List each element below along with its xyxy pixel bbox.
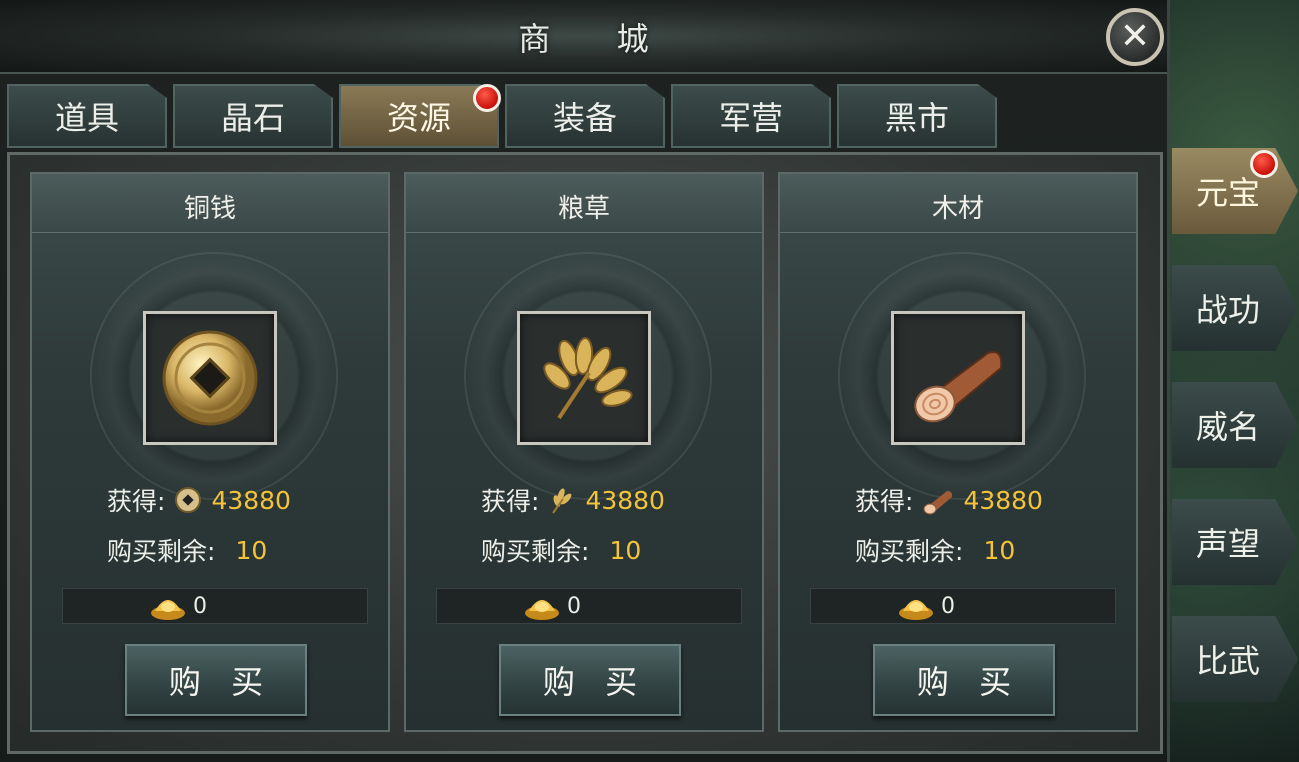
tab-label: 军营 xyxy=(718,99,783,137)
gain-value: 43880 xyxy=(211,485,291,515)
price-bar: 0 xyxy=(436,588,742,624)
remaining-label: 购买剩余: xyxy=(107,537,216,566)
price-bar: 0 xyxy=(62,588,368,624)
gain-line: 获得: 43880 xyxy=(107,482,291,518)
shop-card-wood: 木材 获得: 43880 购买剩余: 10 0 购 买 xyxy=(778,172,1138,732)
item-slot[interactable] xyxy=(143,311,277,445)
copper-coin-icon xyxy=(175,487,202,513)
gain-label: 获得: xyxy=(107,487,166,516)
price-value: 0 xyxy=(193,593,207,619)
gain-label: 获得: xyxy=(481,487,540,516)
tab-label: 晶石 xyxy=(220,99,285,137)
tab-label: 道具 xyxy=(54,99,119,137)
item-slot[interactable] xyxy=(891,311,1025,445)
item-name: 粮草 xyxy=(557,194,610,224)
side-tab-yuanbao[interactable]: 元宝 xyxy=(1172,148,1298,234)
side-tab-merit[interactable]: 战功 xyxy=(1172,265,1298,351)
gain-line: 获得: 43880 xyxy=(481,482,665,518)
gain-label: 获得: xyxy=(855,487,914,516)
remaining-label: 购买剩余: xyxy=(855,537,964,566)
remaining-line: 购买剩余: 10 xyxy=(107,532,267,568)
card-header: 铜钱 xyxy=(32,174,388,233)
remaining-line: 购买剩余: 10 xyxy=(855,532,1015,568)
gain-line: 获得: 43880 xyxy=(855,482,1043,518)
shop-card-copper: 铜钱 获得: 43880 购买剩余: 10 0 购 买 xyxy=(30,172,390,732)
side-tab-label: 声望 xyxy=(1196,525,1261,563)
item-name: 木材 xyxy=(931,194,984,224)
grain-icon xyxy=(552,488,572,514)
notification-badge xyxy=(1250,150,1278,178)
tab-label: 黑市 xyxy=(884,99,949,137)
remaining-line: 购买剩余: 10 xyxy=(481,532,641,568)
buy-button[interactable]: 购 买 xyxy=(499,644,681,716)
side-tab-arena[interactable]: 比武 xyxy=(1172,616,1298,702)
remaining-value: 10 xyxy=(983,535,1016,565)
shop-window: 商 城 ✕ 道具 晶石 资源 装备 军营 黑市 铜钱 获得: 43880 购买剩… xyxy=(0,0,1170,762)
tab-barracks[interactable]: 军营 xyxy=(671,84,831,148)
grain-icon xyxy=(543,337,633,420)
card-header: 粮草 xyxy=(406,174,762,233)
remaining-value: 10 xyxy=(609,535,642,565)
tab-label: 装备 xyxy=(552,99,617,137)
gold-ingot-icon xyxy=(899,600,933,620)
side-tab-renown[interactable]: 威名 xyxy=(1172,382,1298,468)
wood-log-icon xyxy=(923,491,953,515)
side-tab-label: 战功 xyxy=(1196,291,1261,329)
side-tab-label: 威名 xyxy=(1196,408,1261,446)
side-tab-label: 比武 xyxy=(1196,642,1261,680)
close-icon: ✕ xyxy=(1119,16,1151,57)
remaining-label: 购买剩余: xyxy=(481,537,590,566)
gain-value: 43880 xyxy=(585,485,665,515)
tab-black-market[interactable]: 黑市 xyxy=(837,84,997,148)
wood-log-icon xyxy=(914,351,1003,423)
shop-card-grain: 粮草 获得: 43880 购买剩余: 10 0 购 买 xyxy=(404,172,764,732)
side-tab-prestige[interactable]: 声望 xyxy=(1172,499,1298,585)
gold-ingot-icon xyxy=(525,600,559,620)
buy-button[interactable]: 购 买 xyxy=(125,644,307,716)
item-name: 铜钱 xyxy=(183,194,236,224)
gain-value: 43880 xyxy=(963,485,1043,515)
price-value: 0 xyxy=(941,593,955,619)
window-title: 商 城 xyxy=(518,20,677,58)
buy-button[interactable]: 购 买 xyxy=(873,644,1055,716)
title-bar: 商 城 ✕ xyxy=(0,0,1167,74)
price-bar: 0 xyxy=(810,588,1116,624)
price-value: 0 xyxy=(567,593,581,619)
tab-items[interactable]: 道具 xyxy=(7,84,167,148)
tab-crystals[interactable]: 晶石 xyxy=(173,84,333,148)
notification-badge xyxy=(473,84,501,112)
gold-ingot-icon xyxy=(151,600,185,620)
close-button[interactable]: ✕ xyxy=(1106,8,1164,66)
side-tab-label: 元宝 xyxy=(1196,174,1261,212)
remaining-value: 10 xyxy=(235,535,268,565)
tab-label: 资源 xyxy=(386,99,451,137)
item-slot[interactable] xyxy=(517,311,651,445)
tab-equipment[interactable]: 装备 xyxy=(505,84,665,148)
copper-coin-icon xyxy=(162,330,258,426)
card-header: 木材 xyxy=(780,174,1136,233)
